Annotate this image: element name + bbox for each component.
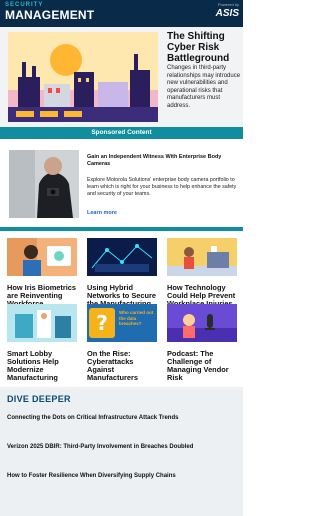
section-divider <box>0 227 243 231</box>
article-image-podcast[interactable] <box>167 304 237 342</box>
article-image-iris[interactable] <box>7 238 77 276</box>
dive-deeper-link[interactable]: How to Foster Resilience When Diversifyi… <box>7 472 239 480</box>
article-title[interactable]: Podcast: The Challenge of Managing Vendo… <box>167 349 237 382</box>
article-card[interactable]: How Technology Could Help Prevent Workpl… <box>167 238 237 308</box>
article-card[interactable]: Smart Lobby Solutions Help Modernize Man… <box>7 304 77 382</box>
article-image-network[interactable] <box>87 238 157 276</box>
partner-logo[interactable]: ASIS <box>216 8 239 19</box>
hero-title[interactable]: The Shifting Cyber Risk Battleground <box>167 31 241 64</box>
brand-logo[interactable]: MANAGEMENT <box>5 8 94 22</box>
dive-deeper-link[interactable]: Verizon 2025 DBIR: Third-Party Involveme… <box>7 443 239 451</box>
sponsored-label: Sponsored Content <box>91 129 152 136</box>
hero-description: Changes in third-party relationships may… <box>167 65 241 109</box>
learn-more-link[interactable]: Learn more <box>87 210 117 216</box>
article-image-caption: Who carried out the data breaches? <box>119 310 154 326</box>
sponsored-image[interactable] <box>9 150 79 218</box>
article-card[interactable]: ? Who carried out the data breaches? On … <box>87 304 157 382</box>
article-image-lobby[interactable] <box>7 304 77 342</box>
article-card[interactable]: Podcast: The Challenge of Managing Vendo… <box>167 304 237 382</box>
dive-deeper-section <box>0 387 243 516</box>
article-image-injuries[interactable] <box>167 238 237 276</box>
partner-caption: Powered by <box>217 2 239 7</box>
sponsored-title[interactable]: Gain an Independent Witness With Enterpr… <box>87 154 239 168</box>
article-title[interactable]: On the Rise: Cyberattacks Against Manufa… <box>87 349 157 382</box>
dive-deeper-heading: DIVE DEEPER <box>7 394 71 404</box>
hero-image[interactable] <box>8 32 158 122</box>
sponsored-description: Explore Motorola Solutions' enterprise b… <box>87 177 237 197</box>
hero-section: The Shifting Cyber Risk Battleground Cha… <box>0 27 243 127</box>
article-title[interactable]: Smart Lobby Solutions Help Modernize Man… <box>7 349 77 382</box>
svg-text:?: ? <box>96 311 108 335</box>
header: SECURITY MANAGEMENT Powered by ASIS <box>0 0 243 27</box>
dive-deeper-link[interactable]: Connecting the Dots on Critical Infrastr… <box>7 414 239 422</box>
sponsored-bar: Sponsored Content <box>0 127 243 139</box>
